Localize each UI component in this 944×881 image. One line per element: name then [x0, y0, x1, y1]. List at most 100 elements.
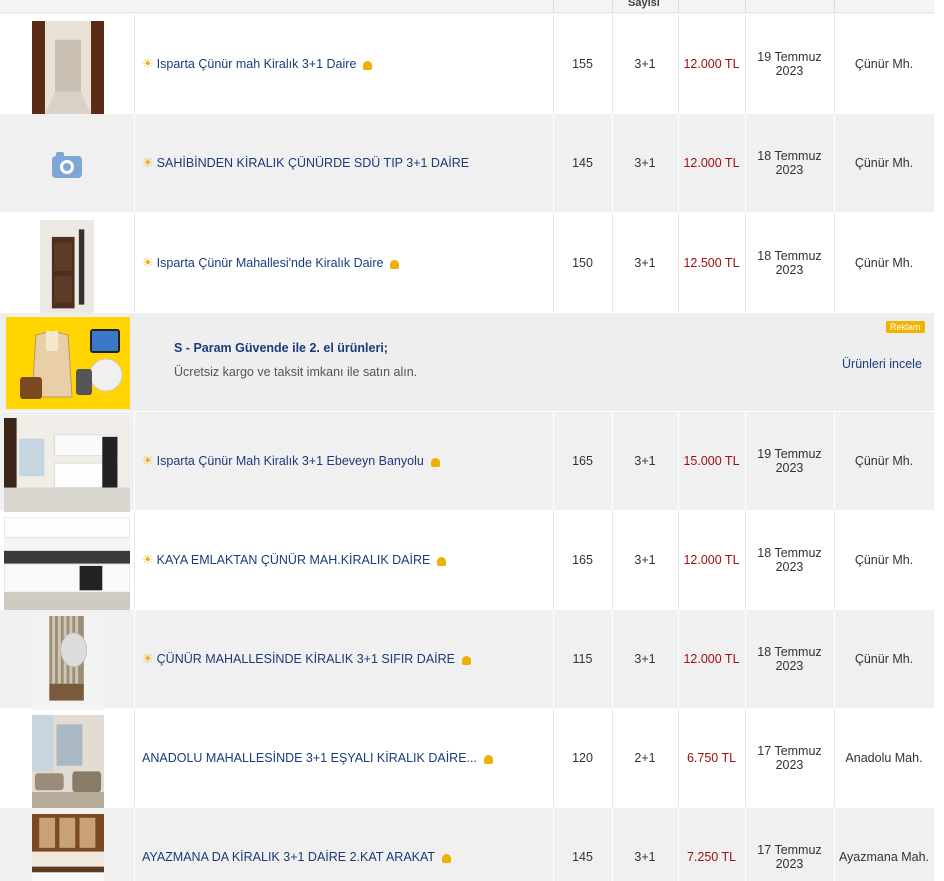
date-year: 2023 — [775, 64, 804, 78]
district-cell: Çünür Mh. — [854, 652, 914, 666]
date-year: 2023 — [775, 659, 804, 673]
featured-sun-icon: ☀ — [142, 155, 154, 170]
date-text: 19 Temmuz 2023 — [757, 447, 821, 475]
listing-title[interactable]: AYAZMANA DA KİRALIK 3+1 DAİRE 2.KAT ARAK… — [142, 808, 452, 881]
table-row[interactable]: AYAZMANA DA KİRALIK 3+1 DAİRE 2.KAT ARAK… — [0, 808, 934, 881]
header-divider — [678, 0, 679, 12]
listing-title-text[interactable]: SAHİBİNDEN KİRALIK ÇÜNÜRDE SDÜ TIP 3+1 D… — [157, 156, 469, 170]
listing-thumbnail[interactable] — [4, 812, 130, 881]
cell-divider — [134, 709, 135, 807]
cell-divider — [134, 610, 135, 708]
date-cell: 18 Temmuz 2023 — [745, 610, 834, 708]
listing-title-text[interactable]: ÇÜNÜR MAHALLESİNDE KİRALIK 3+1 SIFIR DAİ… — [157, 652, 455, 666]
listing-title[interactable]: ☀ Isparta Çünür Mahallesi'nde Kiralık Dai… — [142, 214, 400, 312]
header-rooms-label: Sayısı — [628, 0, 660, 9]
date-cell: 19 Temmuz 2023 — [745, 15, 834, 113]
table-row[interactable]: ☀ Isparta Çünür mah Kiralık 3+1 Daire 155 3… — [0, 15, 934, 115]
date-year: 2023 — [775, 461, 804, 475]
listing-thumbnail[interactable] — [4, 416, 130, 512]
rooms-cell: 3+1 — [634, 454, 656, 468]
area-cell: 155 — [572, 57, 593, 71]
rooms-cell: 3+1 — [634, 652, 656, 666]
date-year: 2023 — [775, 560, 804, 574]
date-text: 18 Temmuz 2023 — [757, 645, 821, 673]
table-row[interactable]: ☀ ÇÜNÜR MAHALLESİNDE KİRALIK 3+1 SIFIR DA… — [0, 610, 934, 710]
listing-photo[interactable] — [32, 616, 104, 710]
listing-thumbnail[interactable] — [4, 515, 130, 611]
listing-title[interactable]: ☀ Isparta Çünür mah Kiralık 3+1 Daire — [142, 15, 373, 113]
header-divider — [745, 0, 746, 12]
listing-title[interactable]: ANADOLU MAHALLESİNDE 3+1 EŞYALI KİRALIK … — [142, 709, 493, 807]
rooms-cell: 3+1 — [634, 553, 656, 567]
ad-image[interactable] — [6, 317, 130, 409]
pin-icon — [442, 853, 452, 863]
header-divider — [834, 0, 835, 12]
listing-title-text[interactable]: Isparta Çünür mah Kiralık 3+1 Daire — [157, 57, 357, 71]
area-cell: 145 — [572, 850, 593, 864]
date-text: 18 Temmuz 2023 — [757, 149, 821, 177]
ad-title[interactable]: S - Param Güvende ile 2. el ürünleri; — [174, 341, 388, 355]
date-text: 17 Temmuz 2023 — [757, 843, 821, 871]
header-divider — [553, 0, 554, 12]
price-cell: 6.750 TL — [686, 751, 737, 765]
table-row[interactable]: ☀ KAYA EMLAKTAN ÇÜNÜR MAH.KİRALIK DAİRE 16… — [0, 511, 934, 611]
listing-title-text[interactable]: Isparta Çünür Mahallesi'nde Kiralık Dair… — [157, 256, 384, 270]
listing-title-text[interactable]: KAYA EMLAKTAN ÇÜNÜR MAH.KİRALIK DAİRE — [157, 553, 431, 567]
listing-thumbnail[interactable] — [4, 218, 130, 314]
date-cell: 19 Temmuz 2023 — [745, 412, 834, 510]
table-row[interactable]: ☀ SAHİBİNDEN KİRALIK ÇÜNÜRDE SDÜ TIP 3+1 … — [0, 114, 934, 212]
price-cell: 12.500 TL — [683, 256, 740, 270]
date-text: 19 Temmuz 2023 — [757, 50, 821, 78]
table-row[interactable]: ☀ Isparta Çünür Mah Kiralık 3+1 Ebeveyn B… — [0, 412, 934, 512]
listing-photo[interactable] — [32, 814, 104, 881]
camera-icon — [52, 152, 82, 178]
table-row[interactable]: ☀ Isparta Çünür Mahallesi'nde Kiralık Dai… — [0, 214, 934, 314]
listing-title-text[interactable]: ANADOLU MAHALLESİNDE 3+1 EŞYALI KİRALIK … — [142, 751, 477, 765]
ad-row[interactable]: S - Param Güvende ile 2. el ürünleri; Üc… — [0, 313, 934, 411]
ad-link[interactable]: Ürünleri incele — [842, 357, 922, 371]
area-cell: 150 — [572, 256, 593, 270]
listing-title[interactable]: ☀ SAHİBİNDEN KİRALIK ÇÜNÜRDE SDÜ TIP 3+1 … — [142, 114, 469, 212]
district-cell: Çünür Mh. — [854, 454, 914, 468]
listing-photo[interactable] — [32, 21, 104, 115]
listing-title[interactable]: ☀ Isparta Çünür Mah Kiralık 3+1 Ebeveyn B… — [142, 412, 440, 510]
table-header: Sayısı — [0, 0, 934, 15]
district-cell: Çünür Mh. — [854, 256, 914, 270]
listing-title[interactable]: ☀ KAYA EMLAKTAN ÇÜNÜR MAH.KİRALIK DAİRE — [142, 511, 447, 609]
district-cell: Çünür Mh. — [854, 553, 914, 567]
listing-thumbnail[interactable] — [4, 713, 130, 809]
date-cell: 18 Temmuz 2023 — [745, 114, 834, 212]
price-cell: 12.000 TL — [683, 553, 740, 567]
cell-divider — [134, 808, 135, 881]
featured-sun-icon: ☀ — [142, 255, 154, 270]
listing-photo[interactable] — [32, 715, 104, 809]
cell-divider — [134, 412, 135, 510]
price-cell: 12.000 TL — [683, 156, 740, 170]
area-cell: 145 — [572, 156, 593, 170]
listing-title-text[interactable]: Isparta Çünür Mah Kiralık 3+1 Ebeveyn Ba… — [157, 454, 424, 468]
listing-title-text[interactable]: AYAZMANA DA KİRALIK 3+1 DAİRE 2.KAT ARAK… — [142, 850, 435, 864]
area-cell: 115 — [572, 652, 593, 666]
date-text: 17 Temmuz 2023 — [757, 744, 821, 772]
pin-icon — [483, 754, 493, 764]
date-year: 2023 — [775, 857, 804, 871]
date-text: 18 Temmuz 2023 — [757, 546, 821, 574]
listing-photo[interactable] — [4, 517, 130, 611]
price-cell: 12.000 TL — [683, 652, 740, 666]
date-cell: 17 Temmuz 2023 — [745, 709, 834, 807]
table-row[interactable]: ANADOLU MAHALLESİNDE 3+1 EŞYALI KİRALIK … — [0, 709, 934, 809]
pin-icon — [390, 259, 400, 269]
listing-photo[interactable] — [4, 418, 130, 512]
pin-icon — [437, 556, 447, 566]
listing-photo[interactable] — [40, 220, 94, 314]
date-year: 2023 — [775, 263, 804, 277]
listing-thumbnail[interactable] — [4, 614, 130, 710]
listing-thumbnail[interactable] — [4, 118, 130, 212]
rooms-cell: 3+1 — [634, 156, 656, 170]
price-cell: 12.000 TL — [683, 57, 740, 71]
listing-thumbnail[interactable] — [4, 19, 130, 115]
header-divider — [612, 0, 613, 12]
district-cell: Çünür Mh. — [854, 57, 914, 71]
featured-sun-icon: ☀ — [142, 552, 154, 567]
listing-title[interactable]: ☀ ÇÜNÜR MAHALLESİNDE KİRALIK 3+1 SIFIR DA… — [142, 610, 472, 708]
